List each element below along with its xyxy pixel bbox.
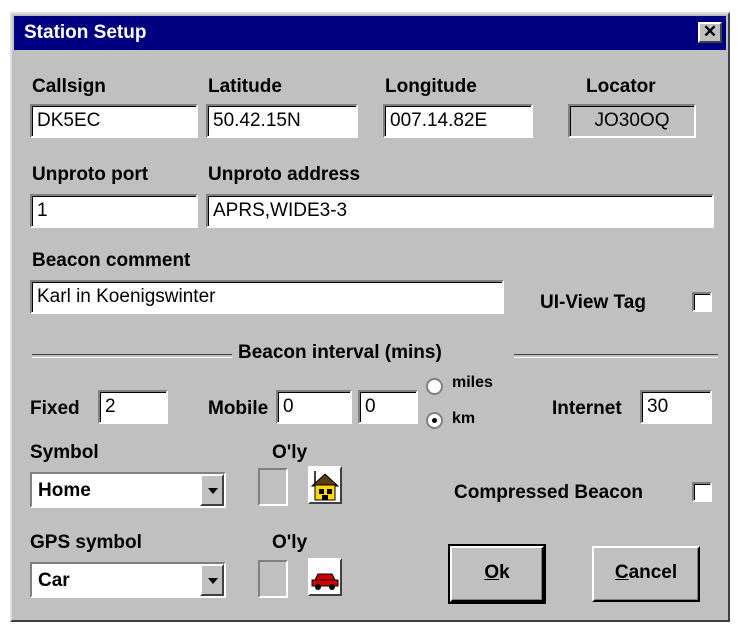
symbol-label: Symbol	[30, 442, 99, 463]
longitude-label: Longitude	[385, 76, 477, 97]
ui-view-tag-label: UI-View Tag	[540, 292, 646, 313]
symbol-overlay-label: O'ly	[272, 442, 308, 463]
fixed-interval-field[interactable]: 2	[98, 390, 168, 424]
beacon-interval-divider-right	[514, 354, 718, 358]
mobile-distance-field[interactable]: 0	[358, 390, 418, 424]
chevron-down-icon[interactable]	[200, 474, 224, 506]
car-icon[interactable]	[308, 558, 342, 596]
compressed-beacon-label: Compressed Beacon	[454, 482, 644, 503]
mobile-interval-field[interactable]: 0	[276, 390, 352, 424]
gps-symbol-label: GPS symbol	[30, 532, 142, 553]
beacon-comment-label: Beacon comment	[32, 250, 191, 271]
ok-label-rest: k	[499, 562, 510, 583]
internet-interval-field[interactable]: 30	[640, 390, 712, 424]
mobile-label: Mobile	[208, 398, 269, 419]
window-title: Station Setup	[24, 22, 147, 43]
unproto-address-field[interactable]: APRS,WIDE3-3	[206, 194, 714, 228]
title-bar[interactable]: Station Setup ✕	[14, 16, 726, 50]
beacon-interval-divider-left	[32, 354, 232, 358]
km-label: km	[452, 410, 476, 427]
gps-overlay-label: O'ly	[272, 532, 308, 553]
gps-symbol-select[interactable]: Car	[30, 562, 226, 598]
unproto-address-label: Unproto address	[208, 164, 361, 185]
chevron-down-icon[interactable]	[200, 564, 224, 596]
ok-button[interactable]: Ok	[448, 544, 546, 604]
latitude-label: Latitude	[208, 76, 282, 97]
cancel-label-rest: ancel	[628, 562, 678, 583]
unproto-port-field[interactable]: 1	[30, 194, 198, 228]
callsign-field[interactable]: DK5EC	[30, 104, 198, 138]
unproto-port-label: Unproto port	[32, 164, 149, 185]
station-setup-dialog: Station Setup ✕ Callsign DK5EC Latitude …	[10, 12, 730, 622]
locator-label: Locator	[586, 76, 656, 97]
gps-symbol-select-value: Car	[38, 570, 70, 591]
longitude-field[interactable]: 007.14.82E	[383, 104, 533, 138]
latitude-field[interactable]: 50.42.15N	[206, 104, 358, 138]
miles-label: miles	[452, 374, 493, 391]
cancel-button[interactable]: Cancel	[592, 546, 700, 602]
callsign-label: Callsign	[32, 76, 106, 97]
miles-radio[interactable]	[426, 378, 443, 395]
house-icon[interactable]	[308, 466, 342, 504]
ok-mnemonic: O	[484, 562, 500, 583]
close-button[interactable]: ✕	[698, 22, 722, 43]
ui-view-tag-checkbox[interactable]	[692, 292, 712, 312]
km-radio[interactable]	[426, 412, 443, 429]
symbol-select-value: Home	[38, 480, 91, 501]
beacon-interval-label: Beacon interval (mins)	[238, 342, 442, 363]
symbol-overlay-box[interactable]	[258, 468, 288, 506]
locator-field: JO30OQ	[568, 104, 696, 138]
beacon-comment-field[interactable]: Karl in Koenigswinter	[30, 280, 504, 314]
internet-label: Internet	[552, 398, 622, 419]
gps-overlay-box[interactable]	[258, 560, 288, 598]
fixed-label: Fixed	[30, 398, 80, 419]
symbol-select[interactable]: Home	[30, 472, 226, 508]
compressed-beacon-checkbox[interactable]	[692, 482, 712, 502]
cancel-mnemonic: C	[614, 562, 629, 583]
